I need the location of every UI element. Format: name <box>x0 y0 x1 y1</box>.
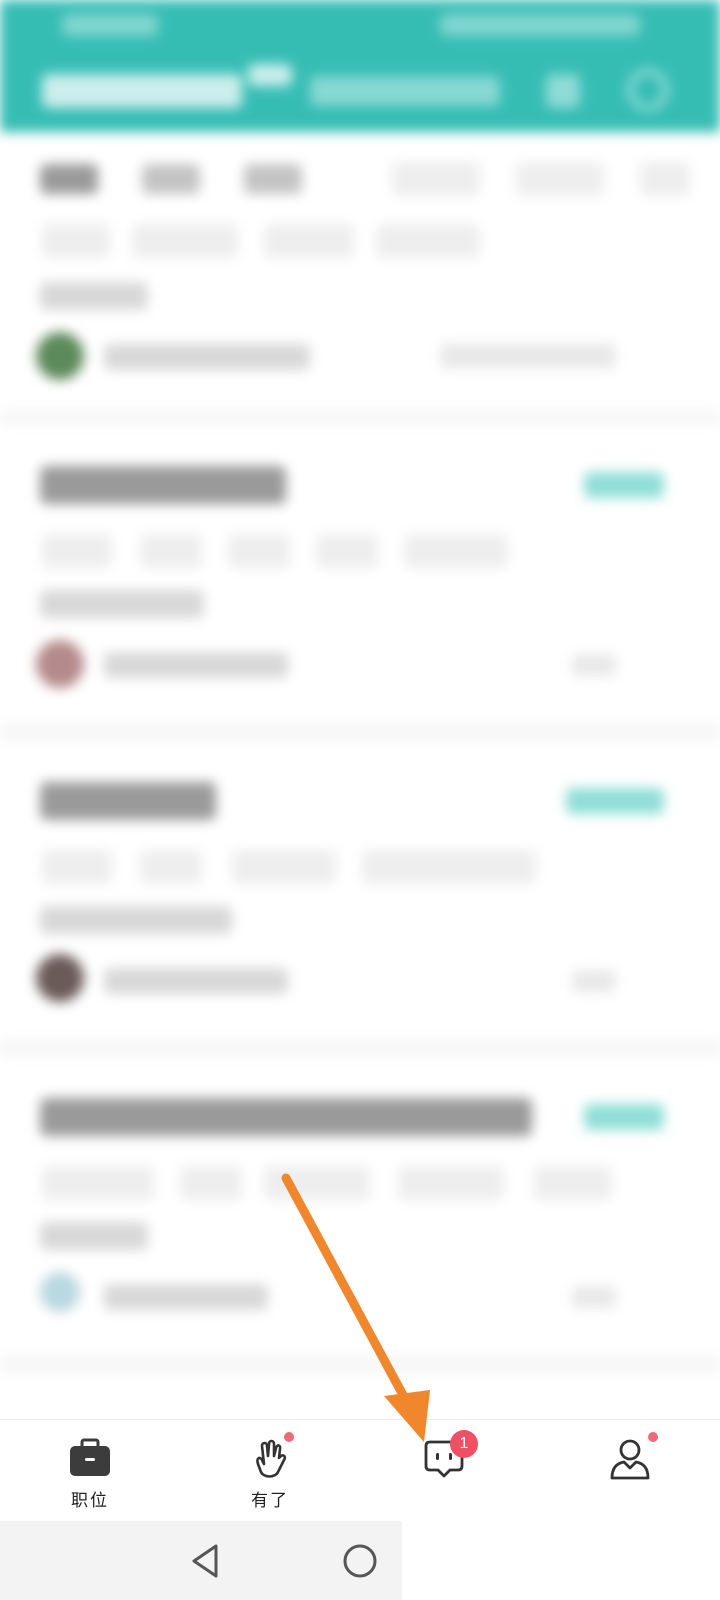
status-bar-right <box>440 14 640 36</box>
nav-label-youle: 有了 <box>251 1491 289 1511</box>
nav-label-jobs: 职位 <box>71 1491 109 1511</box>
notification-dot <box>648 1432 658 1442</box>
back-triangle-icon[interactable] <box>186 1541 226 1581</box>
briefcase-icon <box>70 1438 110 1476</box>
job-card <box>0 740 720 1040</box>
job-card <box>0 424 720 724</box>
filter-card <box>0 132 720 410</box>
home-circle-icon[interactable] <box>340 1541 380 1581</box>
nav-tab-profile[interactable] <box>570 1420 690 1522</box>
app-header <box>0 0 720 132</box>
header-tab-active <box>42 74 242 108</box>
notification-dot <box>284 1432 294 1442</box>
header-search-icon <box>628 70 668 110</box>
job-card-partial <box>0 1372 720 1420</box>
status-bar-left <box>62 14 158 36</box>
nav-tab-youle[interactable]: 有了 <box>210 1420 330 1522</box>
profile-icon <box>610 1439 650 1480</box>
header-tab <box>310 76 500 106</box>
bottom-nav: 职位 有了 1 <box>0 1419 720 1521</box>
system-nav-bar <box>0 1521 720 1600</box>
header-add-icon <box>546 74 580 108</box>
job-card <box>0 1056 720 1356</box>
header-tab-badge <box>248 64 292 86</box>
blurred-app-content <box>0 0 720 1420</box>
nav-tab-jobs[interactable]: 职位 <box>30 1420 150 1522</box>
unread-badge: 1 <box>450 1430 478 1458</box>
nav-tab-messages[interactable]: 1 <box>384 1420 504 1522</box>
